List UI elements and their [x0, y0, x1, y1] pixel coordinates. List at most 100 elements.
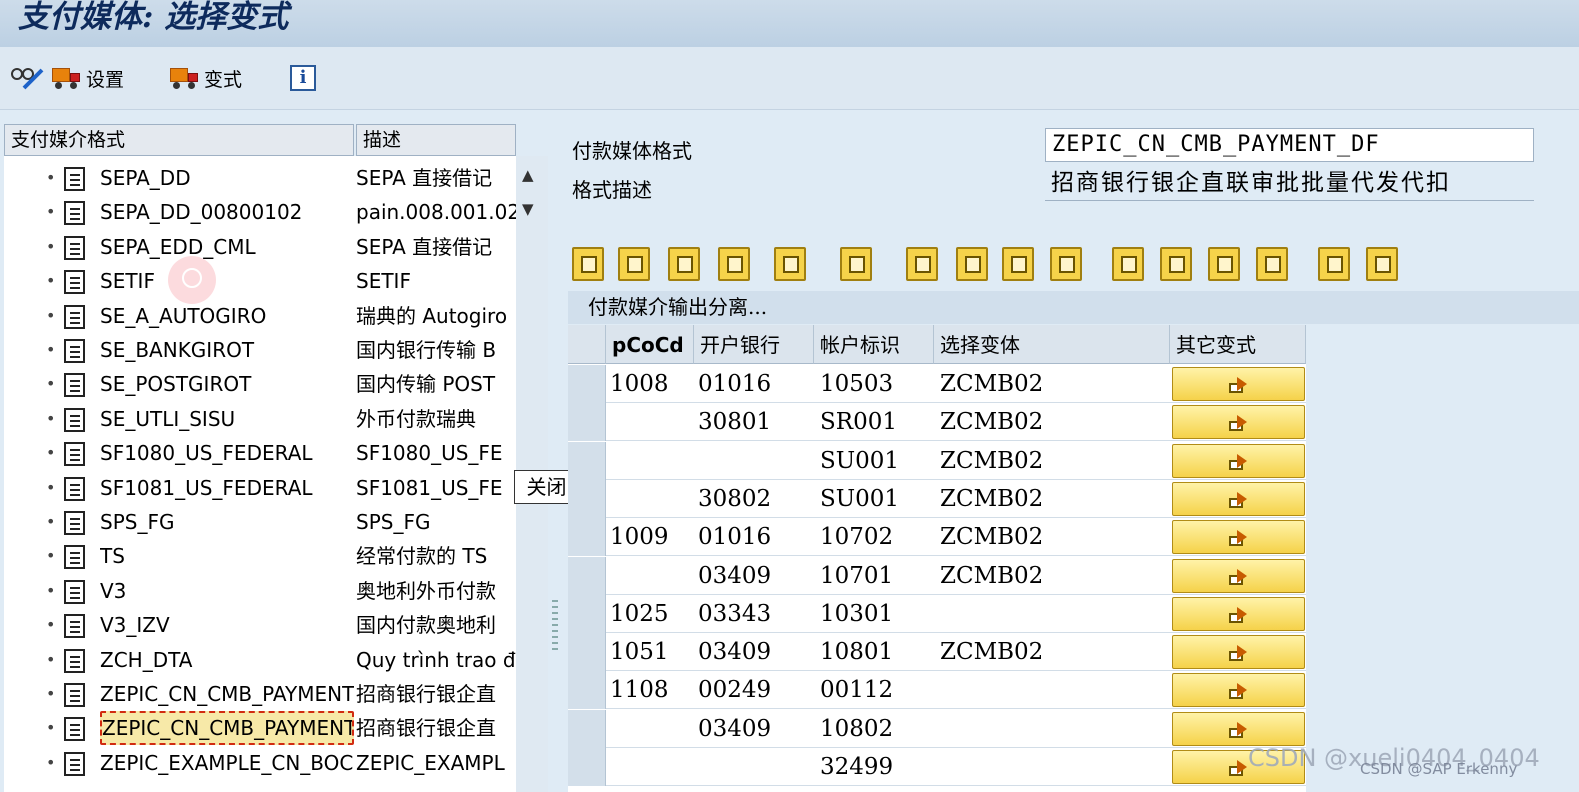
tree-item[interactable]: • ZEPIC_CN_CMB_PAYMENT 招商银行银企直	[4, 677, 516, 711]
column-header-other[interactable]: 其它变式	[1170, 325, 1306, 364]
tree-item[interactable]: • V3 奥地利外币付款	[4, 574, 516, 608]
table-row: 30802 SU001 ZCMB02	[568, 479, 1306, 518]
row-selector[interactable]	[568, 441, 606, 480]
column-header-desc[interactable]: 描述	[356, 124, 516, 156]
other-variant-button[interactable]	[1172, 596, 1305, 631]
scroll-down-icon[interactable]: ▼	[522, 200, 534, 218]
arrow-icon	[1229, 641, 1249, 663]
table-cell: ZCMB02	[940, 371, 1044, 397]
other-variant-button[interactable]	[1172, 443, 1305, 478]
variant-button[interactable]: 变式	[170, 63, 242, 93]
row-selector[interactable]	[568, 671, 606, 710]
tree-item[interactable]: • SPS_FG SPS_FG	[4, 505, 516, 539]
tree-item[interactable]: • SE_UTLI_SISU 外币付款瑞典	[4, 402, 516, 436]
other-variant-button[interactable]	[1172, 711, 1305, 746]
column-header-pcocd[interactable]: pCoCd	[606, 325, 694, 364]
delete-row-button[interactable]	[718, 247, 750, 281]
other-variant-button[interactable]	[1172, 520, 1305, 555]
row-selector[interactable]	[568, 594, 606, 633]
tree-item[interactable]: • SE_BANKGIROT 国内银行传输 B	[4, 333, 516, 367]
settings-button[interactable]: 设置	[52, 63, 124, 93]
copy2-button[interactable]	[956, 247, 988, 281]
tree-item[interactable]: • SETIF SETIF	[4, 264, 516, 298]
tree-item[interactable]: • SEPA_DD SEPA 直接借记	[4, 161, 516, 195]
configure-button[interactable]	[10, 63, 46, 93]
find-button[interactable]	[1208, 247, 1240, 281]
tree-item-desc: 瑞典的 Autogiro	[356, 303, 508, 328]
details-button[interactable]	[618, 247, 650, 281]
insert-row-button[interactable]	[668, 247, 700, 281]
tree-item[interactable]: • SE_A_AUTOGIRO 瑞典的 Autogiro	[4, 299, 516, 333]
row-selector[interactable]	[568, 403, 606, 442]
table-row: 1008 01016 10503 ZCMB02	[568, 365, 1306, 403]
tree-item[interactable]: • SE_POSTGIROT 国内传输 POST	[4, 367, 516, 401]
column-header-bank[interactable]: 开户银行	[694, 325, 814, 364]
arrow-icon	[1229, 411, 1249, 433]
document-icon	[64, 648, 85, 673]
row-selector[interactable]	[568, 633, 606, 672]
desc-field[interactable]: 招商银行银企直联审批批量代发代扣	[1045, 167, 1534, 201]
tree-item[interactable]: • ZCH_DTA Quy trình trao đ	[4, 643, 516, 677]
other-variant-button[interactable]	[1172, 558, 1305, 593]
column-header-variant[interactable]: 选择变体	[934, 325, 1170, 364]
row-selector[interactable]	[568, 556, 606, 595]
scroll-up-icon[interactable]: ▲	[522, 166, 534, 184]
tree-item-desc: 经常付款的 TS	[356, 544, 488, 569]
table-cell: 30801	[698, 409, 772, 436]
other-variant-button[interactable]	[1172, 673, 1305, 708]
tree-item[interactable]: • SF1081_US_FEDERAL SF1081_US_FE	[4, 471, 516, 505]
tree-item-desc: 国内付款奥地利	[356, 613, 496, 638]
row-selector[interactable]	[568, 365, 606, 403]
other-variant-button[interactable]	[1172, 405, 1305, 440]
select-detail-button[interactable]	[572, 247, 604, 281]
remove-icon	[727, 256, 743, 273]
tree-item[interactable]: • TS 经常付款的 TS	[4, 539, 516, 573]
table-cell: SU001	[820, 485, 900, 512]
table-cell: 01016	[698, 524, 772, 551]
select-all-header[interactable]	[568, 325, 606, 364]
tree-item[interactable]: • SF1080_US_FEDERAL SF1080_US_FE	[4, 436, 516, 470]
table-cell: ZCMB02	[940, 447, 1044, 474]
tree-item[interactable]: • ZEPIC_CN_CMB_PAYMENT 招商银行银企直	[4, 711, 516, 746]
cut-button[interactable]	[906, 247, 938, 281]
filter-button[interactable]	[1112, 247, 1144, 281]
trash-button[interactable]	[1050, 247, 1082, 281]
column-header-format[interactable]: 支付媒介格式	[4, 124, 354, 156]
truck-button[interactable]	[1318, 247, 1350, 281]
tree-item[interactable]: • ZEPIC_EXAMPLE_CN_BOC ZEPIC_EXAMPL	[4, 746, 516, 780]
row-selector[interactable]	[568, 748, 606, 786]
table-cell: SU001	[820, 447, 900, 474]
undo-button[interactable]	[840, 247, 872, 281]
table-row: 1051 03409 10801 ZCMB02	[568, 633, 1306, 672]
tree-item-name: SEPA_DD	[100, 166, 191, 190]
toolbar: 设置 变式 i	[0, 47, 1579, 110]
format-field[interactable]: ZEPIC_CN_CMB_PAYMENT_DF	[1045, 128, 1534, 162]
tree-item[interactable]: • SEPA_DD_00800102 pain.008.001.02	[4, 195, 516, 229]
tree-item-desc: 外币付款瑞典	[356, 406, 476, 431]
table-cell: ZCMB02	[940, 562, 1044, 589]
column-header-account[interactable]: 帐户标识	[814, 325, 934, 364]
splitter-handle[interactable]	[552, 600, 558, 650]
tree-item[interactable]: • V3_IZV 国内付款奥地利	[4, 608, 516, 642]
info-button[interactable]: i	[290, 63, 316, 93]
row-selector[interactable]	[568, 518, 606, 557]
paste-button[interactable]	[1002, 247, 1034, 281]
other-variant-button[interactable]	[1172, 367, 1305, 401]
bullet-icon: •	[46, 443, 56, 463]
copy-button[interactable]	[774, 247, 806, 281]
table-cell: 03409	[698, 639, 772, 666]
row-selector[interactable]	[568, 709, 606, 748]
copy-icon	[965, 256, 981, 273]
row-selector[interactable]	[568, 479, 606, 518]
document-icon	[64, 614, 85, 639]
find-next-button[interactable]	[1256, 247, 1288, 281]
filter-clear-button[interactable]	[1160, 247, 1192, 281]
arrow-icon	[581, 256, 597, 273]
tree-item[interactable]: • SEPA_EDD_CML SEPA 直接借记	[4, 230, 516, 264]
other-variant-button[interactable]	[1172, 635, 1305, 670]
format-tree: • SEPA_DD SEPA 直接借记 • SEPA_DD_00800102 pain.0…	[4, 156, 516, 792]
other-variant-button[interactable]	[1172, 481, 1305, 516]
document-button[interactable]	[1366, 247, 1398, 281]
variant-label: 变式	[204, 68, 243, 91]
filter-off-icon	[1169, 256, 1185, 273]
